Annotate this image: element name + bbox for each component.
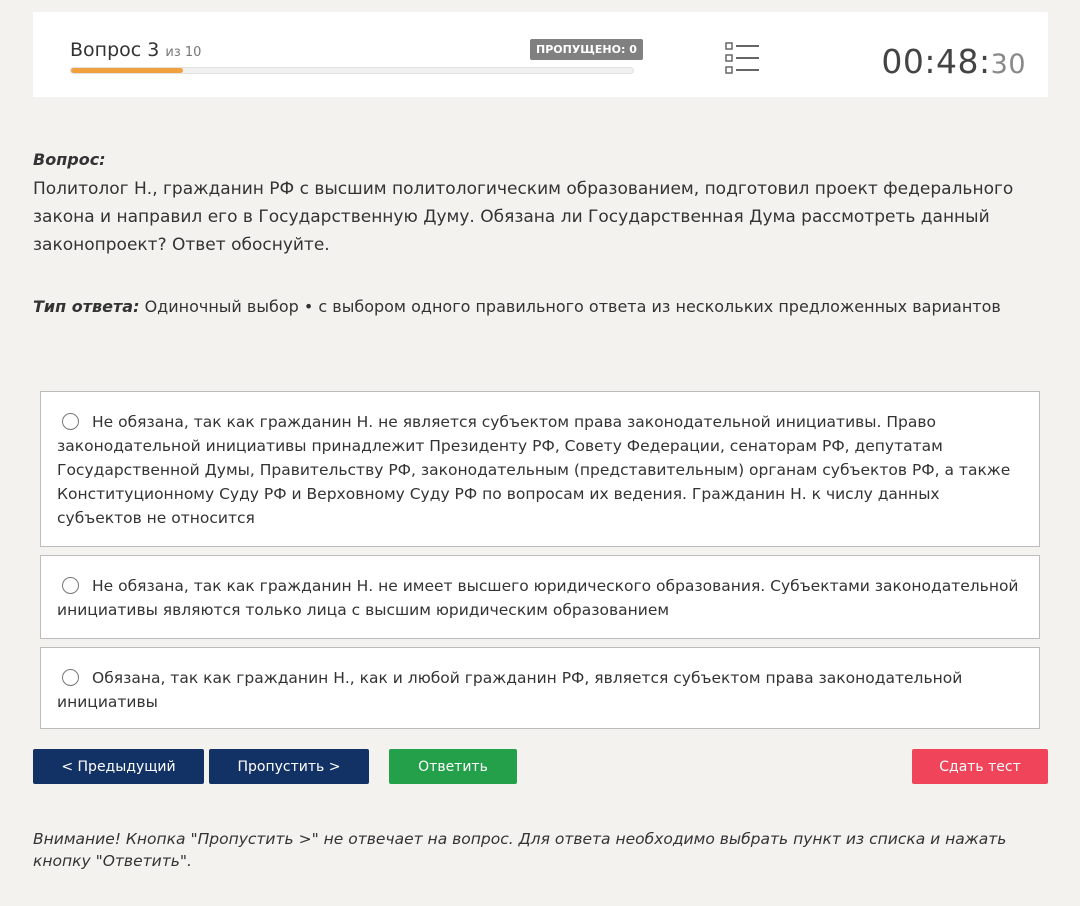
quiz-header: Вопрос 3 из 10 ПРОПУЩЕНО: 0 00:48:30 [33,12,1048,97]
skipped-badge: ПРОПУЩЕНО: 0 [530,39,643,60]
question-label: Вопрос: [33,150,106,169]
answer-option-3[interactable]: Обязана, так как гражданин Н., как и люб… [40,647,1040,729]
answer-option-text: Не обязана, так как гражданин Н. не явля… [57,413,1011,527]
answer-option-2[interactable]: Не обязана, так как гражданин Н. не имее… [40,555,1040,639]
answer-type-value: Одиночный выбор • с выбором одного прави… [144,297,1001,316]
answer-option-text: Обязана, так как гражданин Н., как и люб… [57,669,963,711]
question-counter: Вопрос 3 из 10 [70,39,201,61]
timer-main: 00:48: [881,42,991,81]
skip-button[interactable]: Пропустить > [209,749,369,784]
answer-option-text: Не обязана, так как гражданин Н. не имее… [57,577,1019,619]
answer-option-1[interactable]: Не обязана, так как гражданин Н. не явля… [40,391,1040,547]
question-text: Политолог Н., гражданин РФ с высшим поли… [33,179,1014,255]
question-total: из 10 [165,45,202,60]
radio-button-icon[interactable] [62,413,79,430]
question-list-icon[interactable] [725,41,761,75]
previous-button[interactable]: < Предыдущий [33,749,204,784]
radio-button-icon[interactable] [62,577,79,594]
skip-warning-note: Внимание! Кнопка "Пропустить >" не отвеч… [33,830,1007,870]
submit-test-button[interactable]: Сдать тест [912,749,1048,784]
answer-button[interactable]: Ответить [389,749,517,784]
question-number: Вопрос 3 [70,39,160,61]
radio-button-icon[interactable] [62,669,79,686]
countdown-timer: 00:48:30 [881,42,1026,81]
answer-type-label: Тип ответа: [33,297,140,316]
timer-seconds: 30 [990,49,1026,80]
progress-bar [70,67,634,74]
answer-options: Не обязана, так как гражданин Н. не явля… [40,391,1040,737]
answer-type-line: Тип ответа: Одиночный выбор • с выбором … [33,297,1053,316]
progress-bar-fill [71,68,184,73]
